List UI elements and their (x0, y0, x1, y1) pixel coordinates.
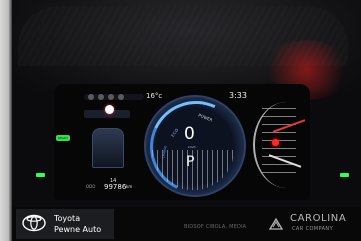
gear-indicator: P (186, 154, 195, 170)
vehicle-graphic-icon (92, 128, 124, 168)
odometer-unit: km (126, 184, 133, 189)
center-watermark: BIDSOF CIBOLA, MEDIA (184, 224, 247, 230)
indicator-icon-2 (98, 94, 104, 100)
company-subtitle: CAR COMPANY (292, 226, 334, 232)
odometer-value: 99786 (104, 183, 127, 191)
indicator-icon-3 (108, 94, 114, 100)
dashboard-photo: 16°c 3:33 ECO POWER CHARGE 0 km/h P ODO … (0, 0, 361, 241)
company-name: CAROLINA (290, 213, 347, 224)
carolina-car-company-icon (268, 217, 284, 230)
right-gauge-ticks (262, 108, 296, 180)
green-indicator-icon (36, 173, 45, 177)
indicator-icon-4 (118, 94, 124, 100)
speed-unit: km/h (188, 145, 196, 149)
alert-dot-icon (105, 105, 114, 114)
toyota-logo-icon (22, 214, 46, 232)
driving-info-display (82, 108, 132, 178)
warning-light-icon (272, 139, 279, 146)
ready-indicator-label: READY (57, 136, 68, 140)
left-photo-frame (0, 0, 12, 241)
dealer-name-line2: Pewne Auto (54, 225, 102, 234)
odometer-label: ODO (86, 184, 96, 189)
clock-time: 3:33 (229, 91, 247, 100)
speed-readout: 0 (184, 124, 195, 144)
green-indicator-right-icon (340, 173, 349, 177)
indicator-icon-1 (88, 94, 94, 100)
outside-temperature: 16°c (146, 92, 163, 100)
ready-indicator-icon: READY (56, 135, 70, 141)
dealer-name-line1: Toyota (54, 214, 81, 223)
